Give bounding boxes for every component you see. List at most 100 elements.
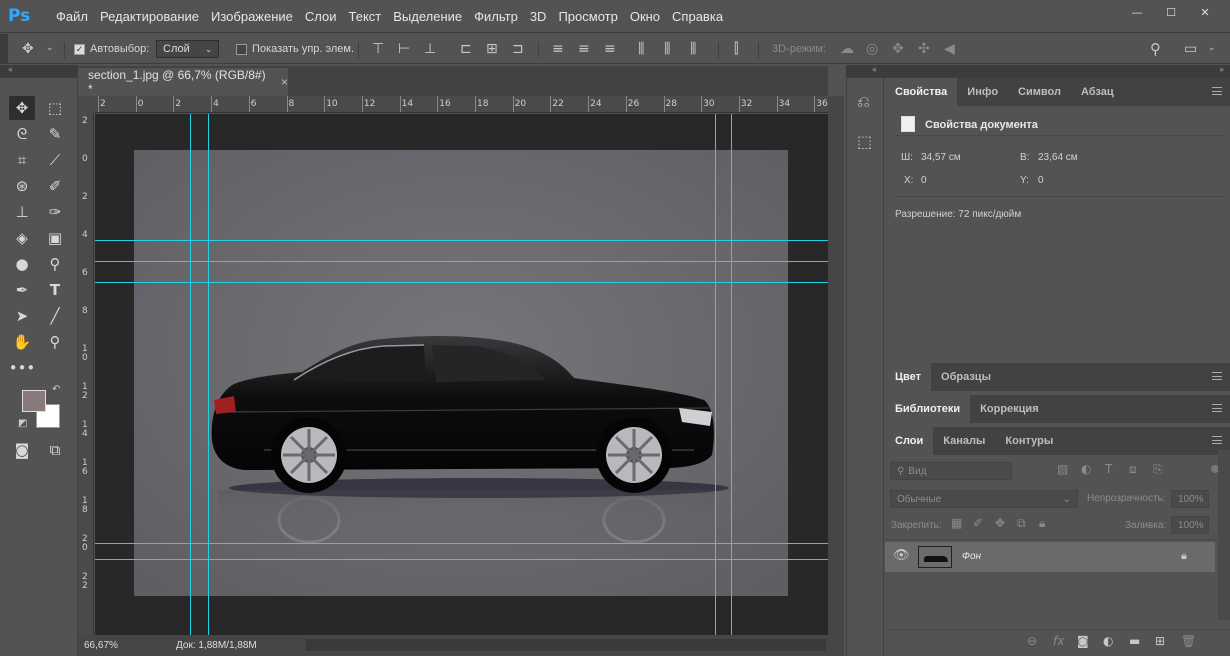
distribute-top-icon[interactable]: ≡ <box>552 41 564 57</box>
maximize-button[interactable]: ☐ <box>1154 3 1188 21</box>
document-tab[interactable]: section_1.jpg @ 66,7% (RGB/8#) * × <box>78 68 288 96</box>
lasso-tool-icon[interactable]: ᘓ <box>9 122 35 146</box>
auto-align-icon[interactable]: ⫿ <box>734 41 738 57</box>
width-value[interactable]: 34,57 см <box>921 152 961 163</box>
vertical-scrollbar[interactable] <box>828 96 844 656</box>
panel-menu-icon[interactable] <box>1212 372 1222 380</box>
guide-vertical[interactable] <box>190 114 191 635</box>
line-tool-icon[interactable]: ╱ <box>42 304 68 328</box>
new-group-icon[interactable]: ▬ <box>1129 634 1140 648</box>
path-select-tool-icon[interactable]: ➤ <box>9 304 35 328</box>
menu-image[interactable]: Изображение <box>205 9 299 24</box>
menu-3d[interactable]: 3D <box>524 9 553 24</box>
menu-type[interactable]: Текст <box>343 9 388 24</box>
filter-shape-icon[interactable]: ⧈ <box>1129 462 1137 477</box>
eye-icon[interactable]: 👁︎ <box>893 548 910 563</box>
opacity-field[interactable]: 100% <box>1171 490 1209 508</box>
document-canvas[interactable] <box>134 150 788 596</box>
y-value[interactable]: 0 <box>1038 175 1044 186</box>
zoom-level[interactable]: 66,67% <box>84 640 150 651</box>
eraser-tool-icon[interactable]: ◈ <box>9 226 35 250</box>
menu-filter[interactable]: Фильтр <box>468 9 524 24</box>
tab-color[interactable]: Цвет <box>885 363 932 391</box>
lock-artboard-icon[interactable]: ⧉ <box>1017 516 1026 531</box>
tab-channels[interactable]: Каналы <box>933 427 995 455</box>
more-tools-icon[interactable]: ••• <box>9 356 36 380</box>
guide-vertical[interactable] <box>208 114 209 635</box>
screen-mode-icon[interactable]: ⧉ <box>42 438 68 462</box>
x-value[interactable]: 0 <box>921 175 927 186</box>
brush-tool-icon[interactable]: ✐ <box>42 174 68 198</box>
chevron-down-icon[interactable]: ⌄ <box>1208 43 1216 53</box>
panel-menu-icon[interactable] <box>1212 404 1222 412</box>
clone-stamp-tool-icon[interactable]: ⊥ <box>9 200 35 224</box>
gradient-tool-icon[interactable]: ▣ <box>42 226 68 250</box>
guide-vertical[interactable] <box>715 114 716 635</box>
tab-properties[interactable]: Свойства <box>885 78 958 106</box>
new-layer-icon[interactable]: ⊞ <box>1155 634 1165 648</box>
orbit-3d-icon[interactable]: ☁ <box>840 41 854 57</box>
align-top-icon[interactable]: ⊤ <box>372 41 384 57</box>
autoselect-checkbox[interactable]: ✓ <box>74 43 85 55</box>
menu-layers[interactable]: Слои <box>299 9 343 24</box>
filter-adjustment-icon[interactable]: ◐ <box>1081 462 1091 476</box>
quick-select-tool-icon[interactable]: ✎ <box>42 122 68 146</box>
align-vcenter-icon[interactable]: ⊢ <box>398 41 410 57</box>
tab-info[interactable]: Инфо <box>957 78 1008 106</box>
blur-tool-icon[interactable]: ● <box>9 252 35 276</box>
panel-menu-icon[interactable] <box>1212 436 1222 444</box>
menu-edit[interactable]: Редактирование <box>94 9 205 24</box>
paragraph-styles-icon[interactable]: ⬚ <box>857 132 872 151</box>
healing-tool-icon[interactable]: ⊛ <box>9 174 35 198</box>
hand-tool-icon[interactable]: ✋ <box>9 330 35 354</box>
drag-3d-icon[interactable]: ✥ <box>892 41 904 57</box>
link-layers-icon[interactable]: ⊖ <box>1027 634 1037 648</box>
fill-field[interactable]: 100% <box>1171 516 1209 534</box>
roll-3d-icon[interactable]: ◎ <box>866 41 878 57</box>
tab-layers[interactable]: Слои <box>885 427 934 455</box>
lock-all-icon[interactable]: 🔒︎ <box>1039 516 1045 531</box>
pen-tool-icon[interactable]: ✒ <box>9 278 35 302</box>
panel-menu-icon[interactable] <box>1212 87 1222 95</box>
tab-libraries[interactable]: Библиотеки <box>885 395 971 423</box>
distribute-right-icon[interactable]: ⫼ <box>690 41 696 57</box>
zoom-tool-icon[interactable]: ⚲ <box>42 330 68 354</box>
menu-window[interactable]: Окно <box>624 9 666 24</box>
tools-collapse-strip[interactable]: « <box>0 65 78 78</box>
menu-select[interactable]: Выделение <box>387 9 468 24</box>
blend-mode-dropdown[interactable]: Обычные ⌄ <box>890 490 1078 508</box>
lock-icon[interactable]: 🔒︎ <box>1181 549 1187 563</box>
horizontal-scrollbar[interactable] <box>306 639 826 651</box>
filter-smart-object-icon[interactable]: ⎘ <box>1153 462 1163 477</box>
menu-view[interactable]: Просмотр <box>552 9 623 24</box>
scale-3d-icon[interactable]: ◀ <box>944 41 955 57</box>
filter-pixel-icon[interactable]: ▨ <box>1057 462 1068 476</box>
distribute-left-icon[interactable]: ⫼ <box>638 41 644 57</box>
minimize-button[interactable]: — <box>1120 3 1154 21</box>
lock-pixels-icon[interactable]: ✐ <box>973 516 983 530</box>
swap-colors-icon[interactable]: ↶ <box>52 384 60 395</box>
foreground-color-swatch[interactable] <box>22 390 46 412</box>
show-transform-checkbox[interactable] <box>236 43 247 55</box>
align-left-icon[interactable]: ⊏ <box>460 41 472 57</box>
guide-vertical[interactable] <box>731 114 732 635</box>
guide-horizontal[interactable] <box>95 261 828 262</box>
lock-position-icon[interactable]: ✥ <box>995 516 1005 530</box>
close-tab-icon[interactable]: × <box>281 75 288 89</box>
marquee-tool-icon[interactable]: ⬚ <box>42 96 68 120</box>
eyedropper-tool-icon[interactable]: ⟋ <box>42 148 68 172</box>
ruler-horizontal[interactable]: 2 0 2 4 6 8 10 12 14 16 18 20 22 24 26 28 30 32 34 36 <box>94 96 828 113</box>
guide-horizontal[interactable] <box>95 240 828 241</box>
height-value[interactable]: 23,64 см <box>1038 152 1078 163</box>
layers-scrollbar[interactable] <box>1218 450 1230 620</box>
tab-adjustments[interactable]: Коррекция <box>970 395 1048 423</box>
crop-tool-icon[interactable]: ⌗ <box>9 148 35 172</box>
distribute-hcenter-icon[interactable]: ⫼ <box>664 41 670 57</box>
autoselect-dropdown[interactable]: Слой ⌄ <box>156 40 219 58</box>
panels-collapse-strip[interactable]: « » <box>846 65 1230 78</box>
guide-horizontal[interactable] <box>95 543 828 544</box>
history-icon[interactable]: ⎌ <box>857 92 870 112</box>
layer-filter-dropdown[interactable]: ⚲ Вид <box>890 462 1012 480</box>
canvas-area[interactable] <box>95 114 828 635</box>
align-right-icon[interactable]: ⊐ <box>512 41 524 57</box>
